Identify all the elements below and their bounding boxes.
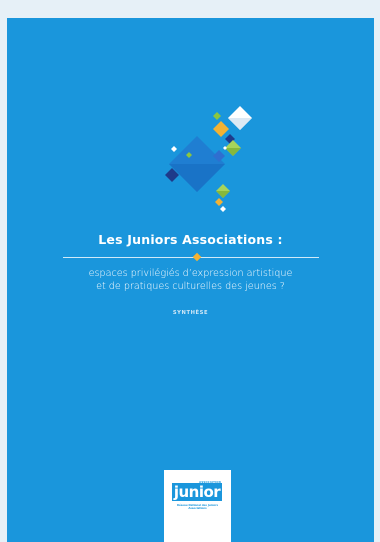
cover-page: Les Juniors Associations : espaces privi… bbox=[7, 18, 374, 542]
cover-title: Les Juniors Associations : bbox=[98, 232, 283, 247]
cover-subtitle: espaces privilégiés d’expression artisti… bbox=[7, 268, 374, 293]
divider-diamond-icon bbox=[192, 252, 202, 262]
subtitle-line-2: et de pratiques culturelles des jeunes ? bbox=[96, 280, 285, 292]
subtitle-line-1: espaces privilégiés d’expression artisti… bbox=[88, 268, 293, 279]
title-divider bbox=[63, 257, 319, 258]
diamond-mosaic-illustration bbox=[165, 106, 252, 212]
logo-wordmark: junior bbox=[172, 483, 222, 501]
document-type-label: SYNTHÈSE bbox=[172, 310, 209, 316]
logo-caption: Réseau National des Juniors Associations bbox=[177, 504, 218, 510]
junior-association-logo: ASSOCIATION junior Réseau National des J… bbox=[164, 470, 231, 542]
